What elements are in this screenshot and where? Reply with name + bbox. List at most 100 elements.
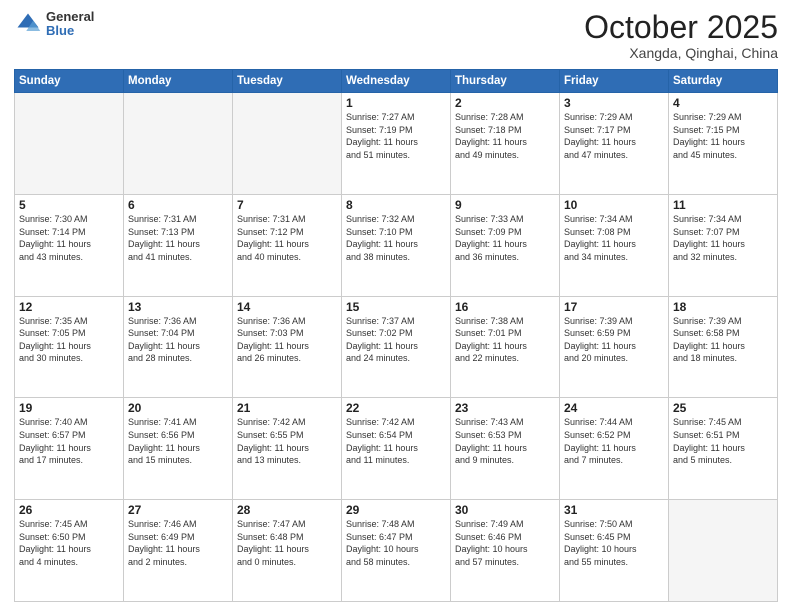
header: General Blue October 2025 Xangda, Qingha… bbox=[14, 10, 778, 61]
logo-text: General Blue bbox=[46, 10, 94, 39]
day-number: 15 bbox=[346, 300, 446, 314]
table-row: 18Sunrise: 7:39 AM Sunset: 6:58 PM Dayli… bbox=[669, 296, 778, 398]
table-row: 22Sunrise: 7:42 AM Sunset: 6:54 PM Dayli… bbox=[342, 398, 451, 500]
table-row: 29Sunrise: 7:48 AM Sunset: 6:47 PM Dayli… bbox=[342, 500, 451, 602]
table-row: 13Sunrise: 7:36 AM Sunset: 7:04 PM Dayli… bbox=[124, 296, 233, 398]
table-row: 12Sunrise: 7:35 AM Sunset: 7:05 PM Dayli… bbox=[15, 296, 124, 398]
table-row: 5Sunrise: 7:30 AM Sunset: 7:14 PM Daylig… bbox=[15, 194, 124, 296]
day-number: 17 bbox=[564, 300, 664, 314]
day-number: 2 bbox=[455, 96, 555, 110]
table-row: 6Sunrise: 7:31 AM Sunset: 7:13 PM Daylig… bbox=[124, 194, 233, 296]
day-number: 21 bbox=[237, 401, 337, 415]
day-info: Sunrise: 7:38 AM Sunset: 7:01 PM Dayligh… bbox=[455, 315, 555, 365]
table-row: 19Sunrise: 7:40 AM Sunset: 6:57 PM Dayli… bbox=[15, 398, 124, 500]
table-row: 3Sunrise: 7:29 AM Sunset: 7:17 PM Daylig… bbox=[560, 93, 669, 195]
day-number: 28 bbox=[237, 503, 337, 517]
day-info: Sunrise: 7:29 AM Sunset: 7:17 PM Dayligh… bbox=[564, 111, 664, 161]
day-info: Sunrise: 7:44 AM Sunset: 6:52 PM Dayligh… bbox=[564, 416, 664, 466]
col-monday: Monday bbox=[124, 70, 233, 93]
day-info: Sunrise: 7:39 AM Sunset: 6:58 PM Dayligh… bbox=[673, 315, 773, 365]
table-row: 4Sunrise: 7:29 AM Sunset: 7:15 PM Daylig… bbox=[669, 93, 778, 195]
title-month: October 2025 bbox=[584, 10, 778, 45]
table-row: 21Sunrise: 7:42 AM Sunset: 6:55 PM Dayli… bbox=[233, 398, 342, 500]
day-info: Sunrise: 7:42 AM Sunset: 6:55 PM Dayligh… bbox=[237, 416, 337, 466]
day-info: Sunrise: 7:40 AM Sunset: 6:57 PM Dayligh… bbox=[19, 416, 119, 466]
calendar-week-row: 19Sunrise: 7:40 AM Sunset: 6:57 PM Dayli… bbox=[15, 398, 778, 500]
day-number: 6 bbox=[128, 198, 228, 212]
table-row: 9Sunrise: 7:33 AM Sunset: 7:09 PM Daylig… bbox=[451, 194, 560, 296]
table-row: 2Sunrise: 7:28 AM Sunset: 7:18 PM Daylig… bbox=[451, 93, 560, 195]
day-number: 26 bbox=[19, 503, 119, 517]
table-row: 23Sunrise: 7:43 AM Sunset: 6:53 PM Dayli… bbox=[451, 398, 560, 500]
day-number: 5 bbox=[19, 198, 119, 212]
day-number: 10 bbox=[564, 198, 664, 212]
table-row: 1Sunrise: 7:27 AM Sunset: 7:19 PM Daylig… bbox=[342, 93, 451, 195]
day-number: 1 bbox=[346, 96, 446, 110]
day-info: Sunrise: 7:36 AM Sunset: 7:04 PM Dayligh… bbox=[128, 315, 228, 365]
day-number: 7 bbox=[237, 198, 337, 212]
col-tuesday: Tuesday bbox=[233, 70, 342, 93]
table-row: 26Sunrise: 7:45 AM Sunset: 6:50 PM Dayli… bbox=[15, 500, 124, 602]
title-location: Xangda, Qinghai, China bbox=[584, 45, 778, 61]
calendar-header-row: Sunday Monday Tuesday Wednesday Thursday… bbox=[15, 70, 778, 93]
day-number: 11 bbox=[673, 198, 773, 212]
table-row: 24Sunrise: 7:44 AM Sunset: 6:52 PM Dayli… bbox=[560, 398, 669, 500]
day-number: 9 bbox=[455, 198, 555, 212]
day-number: 29 bbox=[346, 503, 446, 517]
logo-icon bbox=[14, 10, 42, 38]
table-row: 7Sunrise: 7:31 AM Sunset: 7:12 PM Daylig… bbox=[233, 194, 342, 296]
title-block: October 2025 Xangda, Qinghai, China bbox=[584, 10, 778, 61]
day-number: 12 bbox=[19, 300, 119, 314]
table-row: 30Sunrise: 7:49 AM Sunset: 6:46 PM Dayli… bbox=[451, 500, 560, 602]
day-info: Sunrise: 7:50 AM Sunset: 6:45 PM Dayligh… bbox=[564, 518, 664, 568]
table-row bbox=[669, 500, 778, 602]
table-row: 8Sunrise: 7:32 AM Sunset: 7:10 PM Daylig… bbox=[342, 194, 451, 296]
day-info: Sunrise: 7:37 AM Sunset: 7:02 PM Dayligh… bbox=[346, 315, 446, 365]
table-row: 28Sunrise: 7:47 AM Sunset: 6:48 PM Dayli… bbox=[233, 500, 342, 602]
day-number: 19 bbox=[19, 401, 119, 415]
day-info: Sunrise: 7:29 AM Sunset: 7:15 PM Dayligh… bbox=[673, 111, 773, 161]
day-number: 16 bbox=[455, 300, 555, 314]
day-number: 23 bbox=[455, 401, 555, 415]
calendar-week-row: 12Sunrise: 7:35 AM Sunset: 7:05 PM Dayli… bbox=[15, 296, 778, 398]
day-info: Sunrise: 7:33 AM Sunset: 7:09 PM Dayligh… bbox=[455, 213, 555, 263]
day-info: Sunrise: 7:31 AM Sunset: 7:12 PM Dayligh… bbox=[237, 213, 337, 263]
calendar-week-row: 5Sunrise: 7:30 AM Sunset: 7:14 PM Daylig… bbox=[15, 194, 778, 296]
day-info: Sunrise: 7:35 AM Sunset: 7:05 PM Dayligh… bbox=[19, 315, 119, 365]
day-info: Sunrise: 7:45 AM Sunset: 6:51 PM Dayligh… bbox=[673, 416, 773, 466]
day-number: 30 bbox=[455, 503, 555, 517]
calendar-table: Sunday Monday Tuesday Wednesday Thursday… bbox=[14, 69, 778, 602]
day-number: 14 bbox=[237, 300, 337, 314]
day-number: 22 bbox=[346, 401, 446, 415]
day-number: 8 bbox=[346, 198, 446, 212]
day-info: Sunrise: 7:49 AM Sunset: 6:46 PM Dayligh… bbox=[455, 518, 555, 568]
table-row: 16Sunrise: 7:38 AM Sunset: 7:01 PM Dayli… bbox=[451, 296, 560, 398]
day-info: Sunrise: 7:31 AM Sunset: 7:13 PM Dayligh… bbox=[128, 213, 228, 263]
table-row: 25Sunrise: 7:45 AM Sunset: 6:51 PM Dayli… bbox=[669, 398, 778, 500]
day-info: Sunrise: 7:34 AM Sunset: 7:07 PM Dayligh… bbox=[673, 213, 773, 263]
day-number: 25 bbox=[673, 401, 773, 415]
day-info: Sunrise: 7:43 AM Sunset: 6:53 PM Dayligh… bbox=[455, 416, 555, 466]
col-saturday: Saturday bbox=[669, 70, 778, 93]
day-number: 13 bbox=[128, 300, 228, 314]
table-row: 15Sunrise: 7:37 AM Sunset: 7:02 PM Dayli… bbox=[342, 296, 451, 398]
table-row: 20Sunrise: 7:41 AM Sunset: 6:56 PM Dayli… bbox=[124, 398, 233, 500]
day-info: Sunrise: 7:46 AM Sunset: 6:49 PM Dayligh… bbox=[128, 518, 228, 568]
day-number: 31 bbox=[564, 503, 664, 517]
logo: General Blue bbox=[14, 10, 94, 39]
table-row bbox=[15, 93, 124, 195]
day-number: 24 bbox=[564, 401, 664, 415]
logo-blue: Blue bbox=[46, 24, 94, 38]
col-sunday: Sunday bbox=[15, 70, 124, 93]
day-number: 20 bbox=[128, 401, 228, 415]
col-wednesday: Wednesday bbox=[342, 70, 451, 93]
logo-general: General bbox=[46, 10, 94, 24]
day-number: 3 bbox=[564, 96, 664, 110]
calendar-week-row: 26Sunrise: 7:45 AM Sunset: 6:50 PM Dayli… bbox=[15, 500, 778, 602]
calendar-week-row: 1Sunrise: 7:27 AM Sunset: 7:19 PM Daylig… bbox=[15, 93, 778, 195]
day-info: Sunrise: 7:47 AM Sunset: 6:48 PM Dayligh… bbox=[237, 518, 337, 568]
day-info: Sunrise: 7:39 AM Sunset: 6:59 PM Dayligh… bbox=[564, 315, 664, 365]
day-number: 4 bbox=[673, 96, 773, 110]
col-friday: Friday bbox=[560, 70, 669, 93]
day-info: Sunrise: 7:36 AM Sunset: 7:03 PM Dayligh… bbox=[237, 315, 337, 365]
